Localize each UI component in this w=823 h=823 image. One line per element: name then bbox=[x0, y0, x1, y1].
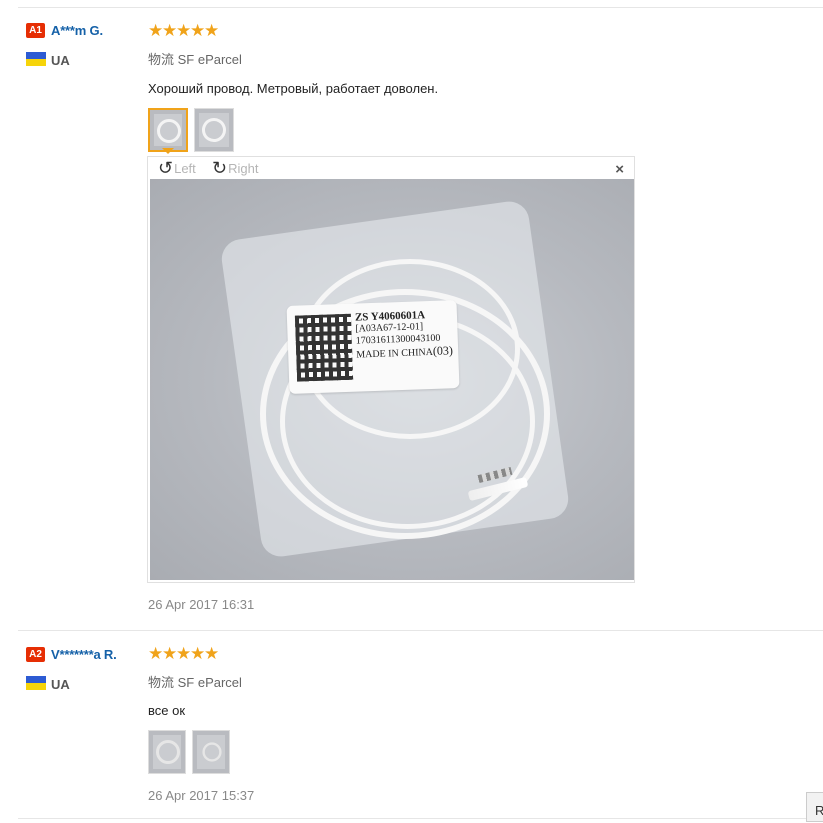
rotate-right-label: Right bbox=[228, 160, 259, 176]
close-icon[interactable]: × bbox=[615, 161, 624, 178]
photo-viewer: ↺ Left ↻ Right × ZS Y4060601A [A03A67-12-0… bbox=[147, 156, 635, 583]
label-line: (03) bbox=[432, 343, 454, 358]
qr-code-icon bbox=[294, 313, 354, 382]
star-icon: ★ bbox=[162, 21, 178, 40]
shipping-method: 物流 SF eParcel bbox=[148, 52, 242, 67]
buyer-country: UA bbox=[26, 675, 117, 693]
photo-thumbnail-1[interactable] bbox=[148, 730, 186, 774]
star-icon: ★ bbox=[204, 644, 220, 663]
buyer-name[interactable]: V*******a R. bbox=[51, 647, 117, 662]
rotate-left-button[interactable]: ↺ Left bbox=[158, 159, 196, 177]
star-icon: ★ bbox=[176, 644, 192, 663]
review-photo: ZS Y4060601A [A03A67-12-01] 170316113000… bbox=[150, 179, 634, 580]
ukraine-flag-icon bbox=[26, 51, 46, 66]
star-icon: ★ bbox=[204, 21, 220, 40]
star-icon: ★ bbox=[148, 21, 164, 40]
label-text: ZS Y4060601A [A03A67-12-01] 170316113000… bbox=[355, 308, 453, 361]
star-icon: ★ bbox=[148, 644, 164, 663]
review-date: 26 Apr 2017 15:37 bbox=[148, 788, 255, 803]
review-date: 26 Apr 2017 16:31 bbox=[148, 597, 255, 612]
country-code: UA bbox=[51, 677, 70, 693]
photo-thumbnails bbox=[148, 108, 438, 152]
product-label: ZS Y4060601A [A03A67-12-01] 170316113000… bbox=[286, 300, 460, 394]
rotate-right-icon: ↻ bbox=[212, 158, 228, 178]
label-line: MADE IN CHINA bbox=[356, 346, 434, 361]
star-icon: ★ bbox=[190, 21, 206, 40]
shipping-method: 物流 SF eParcel bbox=[148, 675, 242, 690]
buyer-country: UA bbox=[26, 51, 103, 69]
rotate-left-label: Left bbox=[174, 160, 196, 176]
corner-button[interactable]: R bbox=[806, 792, 823, 822]
buyer-info: A2 V*******a R. UA bbox=[26, 646, 117, 692]
star-icon: ★ bbox=[162, 644, 178, 663]
photo-thumbnails bbox=[148, 730, 242, 774]
rotate-right-button[interactable]: ↻ Right bbox=[212, 159, 258, 177]
star-icon: ★ bbox=[176, 21, 192, 40]
star-icon: ★ bbox=[190, 644, 206, 663]
photo-thumbnail-2[interactable] bbox=[194, 108, 234, 152]
bottom-divider bbox=[18, 818, 823, 819]
buyer-level-badge: A1 bbox=[26, 23, 45, 39]
country-code: UA bbox=[51, 53, 70, 69]
feedback-text: все ок bbox=[148, 703, 186, 718]
review-item: A2 V*******a R. UA ★★★★★ 物流 SF eParcel вс… bbox=[0, 631, 823, 821]
rotate-left-icon: ↺ bbox=[158, 158, 174, 178]
review-content: ★★★★★ 物流 SF eParcel все ок bbox=[148, 644, 242, 774]
review-content: ★★★★★ 物流 SF eParcel Хороший провод. Метр… bbox=[148, 21, 438, 152]
viewer-toolbar: ↺ Left ↻ Right × bbox=[148, 157, 634, 179]
star-rating: ★★★★★ bbox=[148, 644, 242, 664]
photo-thumbnail-2[interactable] bbox=[192, 730, 230, 774]
buyer-level-badge: A2 bbox=[26, 647, 45, 663]
feedback-text: Хороший провод. Метровый, работает довол… bbox=[148, 81, 439, 96]
review-item: A1 A***m G. UA ★★★★★ 物流 SF eParcel Хороши… bbox=[0, 0, 823, 630]
selected-thumbnail-arrow bbox=[162, 148, 174, 154]
buyer-name[interactable]: A***m G. bbox=[51, 23, 103, 38]
buyer-info: A1 A***m G. UA bbox=[26, 22, 103, 68]
star-rating: ★★★★★ bbox=[148, 21, 438, 41]
photo-thumbnail-1[interactable] bbox=[148, 108, 188, 152]
ukraine-flag-icon bbox=[26, 675, 46, 690]
